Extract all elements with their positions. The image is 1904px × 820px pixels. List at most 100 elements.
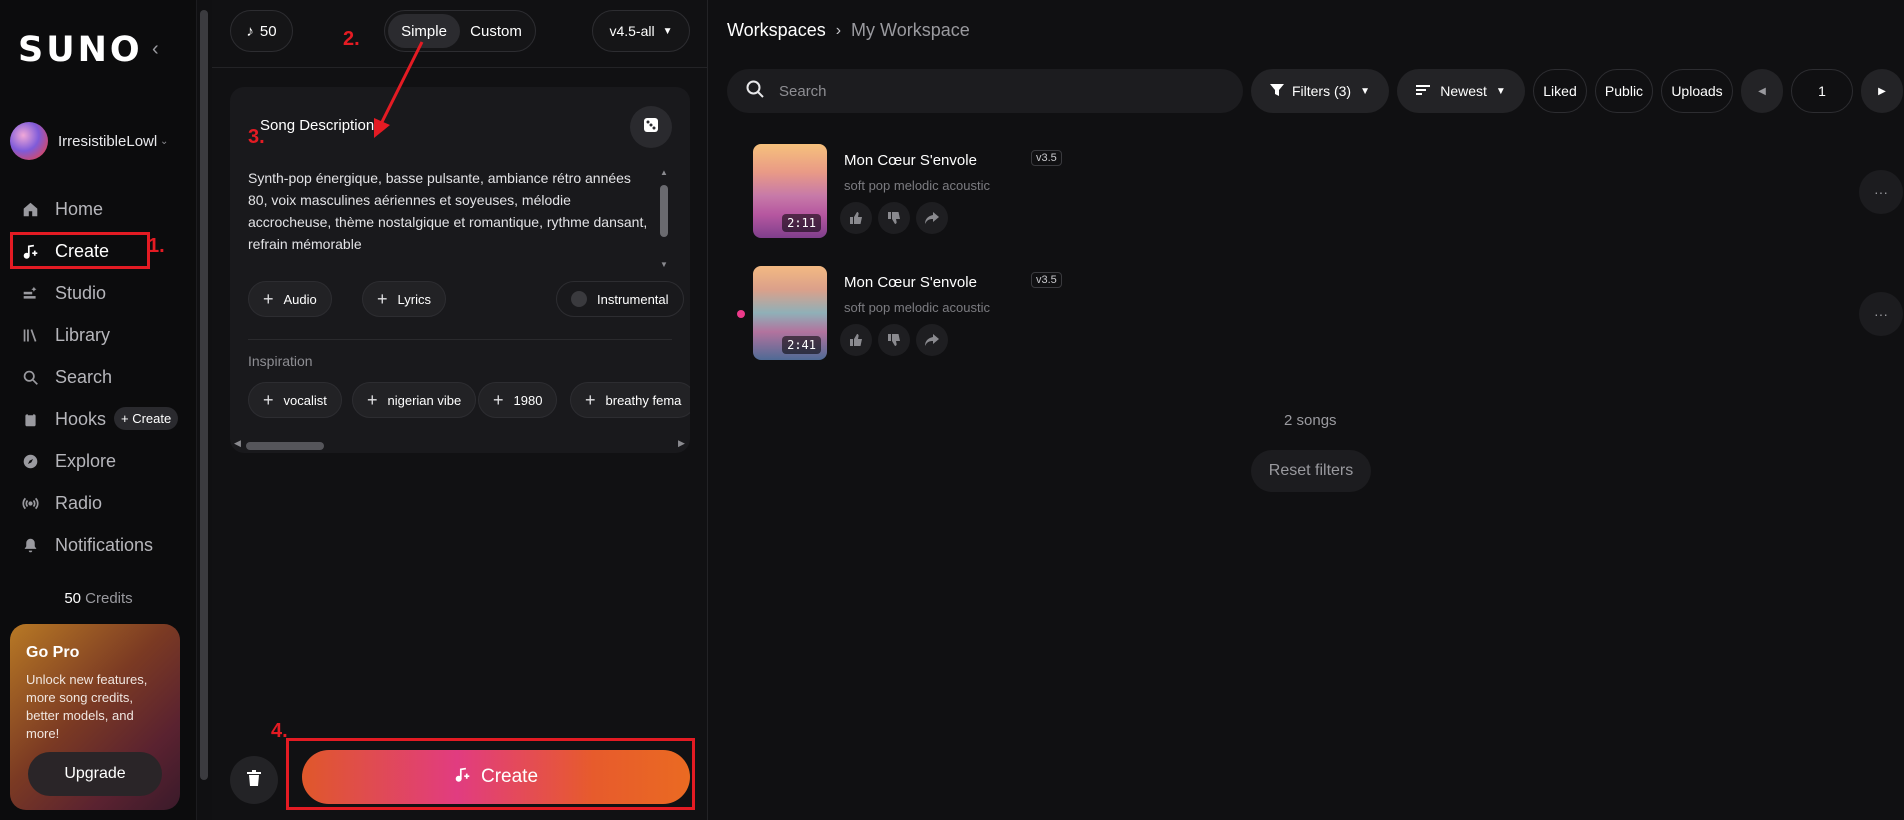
sidebar-item-label: Search xyxy=(55,366,113,387)
song-duration: 2:41 xyxy=(782,336,821,354)
next-page-button[interactable]: ▶ xyxy=(1861,69,1903,113)
hooks-create-button[interactable]: + Create xyxy=(114,407,179,430)
scroll-right-icon[interactable]: ▶ xyxy=(678,438,685,449)
thumbs-up-icon xyxy=(850,212,862,224)
song-actions xyxy=(840,202,948,234)
mode-custom-tab[interactable]: Custom xyxy=(460,14,532,48)
reset-filters-button[interactable]: Reset filters xyxy=(1251,450,1371,492)
search-icon xyxy=(745,79,779,104)
caret-left-icon: ◀ xyxy=(1758,85,1766,97)
sidebar-item-search[interactable]: Search xyxy=(0,356,197,398)
inspiration-chips: + vocalist + nigerian vibe +1980 + breathy … xyxy=(248,382,690,420)
annotation-box-create xyxy=(10,232,150,269)
share-button[interactable] xyxy=(916,324,948,356)
song-title[interactable]: Mon Cœur S'envole xyxy=(844,152,977,169)
share-icon xyxy=(925,212,939,224)
annotation-arrow xyxy=(374,41,424,138)
credits-value: 50 xyxy=(64,590,81,607)
user-menu[interactable]: IrresistibleLowl ⌄ xyxy=(10,122,188,160)
scroll-up-icon[interactable]: ▲ xyxy=(660,168,668,177)
song-cover[interactable]: 2:41 xyxy=(753,266,827,360)
ellipsis-icon: ··· xyxy=(1874,184,1888,200)
share-button[interactable] xyxy=(916,202,948,234)
dice-icon xyxy=(643,117,659,138)
filters-label: Filters (3) xyxy=(1291,83,1352,99)
uploads-filter-button[interactable]: Uploads xyxy=(1661,69,1733,113)
upgrade-button[interactable]: Upgrade xyxy=(28,752,162,796)
annotation-step-1: 1. xyxy=(148,235,165,257)
song-count: 2 songs xyxy=(1284,412,1337,429)
song-cover[interactable]: 2:11 xyxy=(753,144,827,238)
sidebar-item-explore[interactable]: Explore xyxy=(0,440,197,482)
annotation-step-3: 3. xyxy=(248,126,265,148)
credits-pill[interactable]: ♪ 50 xyxy=(230,10,293,52)
sidebar-scrollbar[interactable] xyxy=(200,10,208,780)
filters-button[interactable]: Filters (3) ▼ xyxy=(1251,69,1389,113)
sidebar-item-label: Library xyxy=(55,324,111,345)
plus-icon: + xyxy=(377,288,388,309)
home-icon xyxy=(20,199,40,219)
credits-pill-value: 50 xyxy=(259,22,277,40)
instrumental-label: Instrumental xyxy=(597,291,669,307)
scroll-left-icon[interactable]: ◀ xyxy=(234,438,241,449)
song-row[interactable]: 2:41 Mon Cœur S'envole v3.5 soft pop mel… xyxy=(737,266,1903,362)
random-dice-button[interactable] xyxy=(630,106,672,148)
song-genre[interactable]: soft pop melodic acoustic xyxy=(844,178,990,193)
inspiration-scrollbar[interactable] xyxy=(246,442,324,450)
inspiration-chip[interactable]: + nigerian vibe xyxy=(352,382,477,418)
add-audio-button[interactable]: + Audio xyxy=(248,281,332,317)
collapse-sidebar-icon[interactable]: ‹ xyxy=(152,38,159,61)
scroll-down-icon[interactable]: ▼ xyxy=(660,260,668,269)
sort-label: Newest xyxy=(1440,83,1487,99)
inspiration-label: Inspiration xyxy=(248,353,313,369)
lyrics-label: Lyrics xyxy=(397,291,431,307)
radio-icon xyxy=(20,493,40,513)
description-scrollbar[interactable] xyxy=(660,185,668,237)
studio-icon xyxy=(20,283,40,303)
song-duration: 2:11 xyxy=(782,214,821,232)
more-options-button[interactable]: ··· xyxy=(1859,292,1903,336)
inspiration-chip[interactable]: + breathy fema xyxy=(570,382,690,418)
sidebar-item-radio[interactable]: Radio xyxy=(0,482,197,524)
song-title[interactable]: Mon Cœur S'envole xyxy=(844,274,977,291)
breadcrumb-workspaces[interactable]: Workspaces xyxy=(727,20,826,41)
sidebar-item-label: Radio xyxy=(55,492,103,513)
sidebar-item-studio[interactable]: Studio xyxy=(0,272,197,314)
like-button[interactable] xyxy=(840,202,872,234)
go-pro-title: Go Pro xyxy=(26,644,80,661)
plus-icon: + xyxy=(585,389,596,410)
clear-button[interactable] xyxy=(230,756,278,804)
song-description-input[interactable]: Synth-pop énergique, basse pulsante, amb… xyxy=(248,167,648,255)
caret-down-icon: ▼ xyxy=(1360,85,1371,97)
song-actions xyxy=(840,324,948,356)
song-genre[interactable]: soft pop melodic acoustic xyxy=(844,300,990,315)
suno-logo[interactable]: SUNO xyxy=(18,30,143,70)
song-row[interactable]: 2:11 Mon Cœur S'envole v3.5 soft pop mel… xyxy=(753,144,1903,240)
dislike-button[interactable] xyxy=(878,202,910,234)
create-topbar: ♪ 50 Simple Custom v4.5-all ▼ xyxy=(212,0,708,68)
more-options-button[interactable]: ··· xyxy=(1859,170,1903,214)
dislike-button[interactable] xyxy=(878,324,910,356)
divider xyxy=(248,339,672,340)
go-pro-card: Go Pro Unlock new features, more song cr… xyxy=(10,624,180,810)
liked-filter-button[interactable]: Liked xyxy=(1533,69,1587,113)
thumbs-down-icon xyxy=(888,212,900,224)
sidebar-item-home[interactable]: Home xyxy=(0,188,197,230)
add-lyrics-button[interactable]: + Lyrics xyxy=(362,281,446,317)
song-description-card: Song Description Synth-pop énergique, ba… xyxy=(230,87,690,453)
public-filter-button[interactable]: Public xyxy=(1595,69,1653,113)
sort-button[interactable]: Newest ▼ xyxy=(1397,69,1525,113)
previous-page-button[interactable]: ◀ xyxy=(1741,69,1783,113)
instrumental-toggle[interactable]: Instrumental xyxy=(556,281,684,317)
inspiration-chip[interactable]: + vocalist xyxy=(248,382,342,418)
model-select[interactable]: v4.5-all ▼ xyxy=(592,10,690,52)
sidebar-item-hooks[interactable]: Hooks + Create xyxy=(0,398,197,440)
search-input[interactable] xyxy=(779,82,1199,100)
page-number-input[interactable]: 1 xyxy=(1791,69,1853,113)
inspiration-chip[interactable]: +1980 xyxy=(478,382,558,418)
sidebar-item-notifications[interactable]: Notifications xyxy=(0,524,197,566)
breadcrumb: Workspaces › My Workspace xyxy=(727,20,970,41)
like-button[interactable] xyxy=(840,324,872,356)
credits-label: Credits xyxy=(85,590,133,607)
sidebar-item-library[interactable]: Library xyxy=(0,314,197,356)
